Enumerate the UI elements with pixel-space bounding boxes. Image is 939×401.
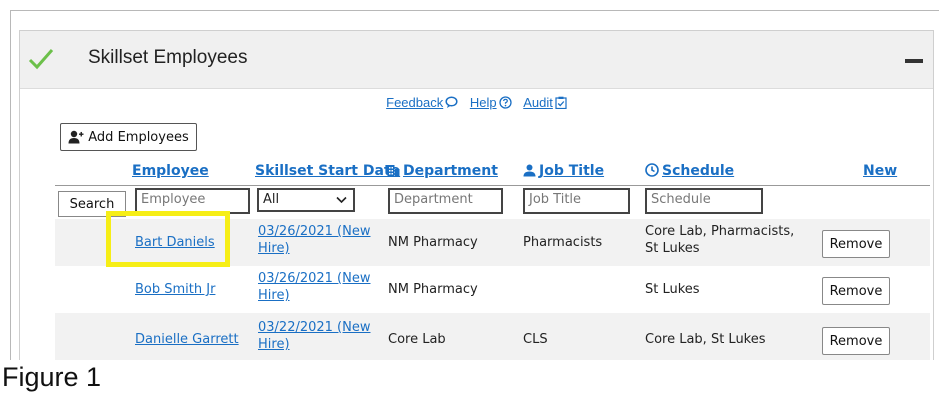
start-date-filter-value: All: [263, 192, 280, 207]
schedule-cell: Core Lab, Pharmacists, St Lukes: [645, 223, 794, 257]
schedule-cell: St Lukes: [645, 282, 700, 297]
clock-icon: [645, 163, 659, 177]
column-header-employee[interactable]: Employee: [132, 163, 209, 179]
department-cell: NM Pharmacy: [388, 282, 478, 297]
column-header-new[interactable]: New: [863, 163, 897, 179]
header-divider: [55, 185, 930, 186]
skillset-employees-panel: Skillset Employees Feedback Help Audit A…: [19, 30, 934, 360]
column-header-department[interactable]: Department: [387, 163, 498, 179]
building-icon: [387, 165, 400, 177]
schedule-line: St Lukes: [645, 241, 700, 256]
remove-button[interactable]: Remove: [822, 277, 890, 305]
add-employees-label: Add Employees: [88, 129, 189, 145]
start-date-line: Hire): [258, 288, 290, 303]
help-link[interactable]: Help: [470, 95, 512, 110]
start-date-line: Hire): [258, 241, 290, 256]
department-header-label: Department: [403, 163, 498, 179]
speech-bubble-icon: [445, 96, 458, 108]
audit-link[interactable]: Audit: [523, 95, 567, 110]
person-icon: [523, 164, 536, 177]
job-title-header-label: Job Title: [539, 163, 605, 179]
department-filter-input[interactable]: Department: [388, 188, 503, 214]
remove-button[interactable]: Remove: [822, 230, 890, 258]
start-date-line: 03/26/2021 (New: [258, 224, 371, 239]
check-icon: [28, 49, 54, 70]
highlight-box: [106, 211, 230, 267]
employee-link[interactable]: Bob Smith Jr: [135, 281, 215, 298]
department-cell: Core Lab: [388, 332, 446, 347]
help-links: Feedback Help Audit: [20, 95, 933, 110]
feedback-link[interactable]: Feedback: [386, 95, 458, 110]
panel-header[interactable]: Skillset Employees: [20, 31, 933, 89]
start-date-link[interactable]: 03/26/2021 (New Hire): [258, 223, 371, 257]
remove-button[interactable]: Remove: [822, 327, 890, 355]
table-row: Bob Smith Jr 03/26/2021 (New Hire) NM Pha…: [55, 266, 930, 313]
minus-icon[interactable]: [905, 59, 923, 63]
start-date-filter-select[interactable]: All: [257, 188, 355, 212]
question-circle-icon: [498, 96, 512, 109]
employee-link[interactable]: Danielle Garrett: [135, 331, 239, 348]
department-cell: NM Pharmacy: [388, 235, 478, 250]
help-link-label: Help: [469, 95, 497, 110]
table-row: Danielle Garrett 03/22/2021 (New Hire) Co…: [55, 313, 930, 360]
clipboard-check-icon: [555, 96, 567, 110]
audit-link-label: Audit: [523, 95, 553, 110]
feedback-link-label: Feedback: [386, 95, 444, 110]
schedule-filter-input[interactable]: Schedule: [645, 188, 763, 214]
start-date-line: 03/26/2021 (New: [258, 271, 371, 286]
panel-title: Skillset Employees: [88, 47, 248, 68]
start-date-line: Hire): [258, 337, 290, 352]
chevron-down-icon: [336, 196, 347, 204]
job-title-cell: Pharmacists: [523, 235, 603, 250]
figure-caption: Figure 1: [2, 362, 102, 392]
schedule-line: Core Lab, Pharmacists,: [645, 224, 795, 239]
job-title-cell: CLS: [523, 332, 548, 347]
add-employees-button[interactable]: Add Employees: [60, 123, 197, 151]
add-user-icon: [68, 130, 84, 144]
column-header-schedule[interactable]: Schedule: [645, 163, 734, 179]
start-date-link[interactable]: 03/22/2021 (New Hire): [258, 319, 371, 353]
schedule-header-label: Schedule: [662, 163, 735, 179]
start-date-line: 03/22/2021 (New: [258, 320, 371, 335]
column-header-job-title[interactable]: Job Title: [523, 163, 604, 179]
start-date-link[interactable]: 03/26/2021 (New Hire): [258, 270, 371, 304]
column-header-start-date[interactable]: Skillset Start Date: [255, 163, 400, 179]
schedule-cell: Core Lab, St Lukes: [645, 332, 766, 347]
job-title-filter-input[interactable]: Job Title: [523, 188, 630, 214]
